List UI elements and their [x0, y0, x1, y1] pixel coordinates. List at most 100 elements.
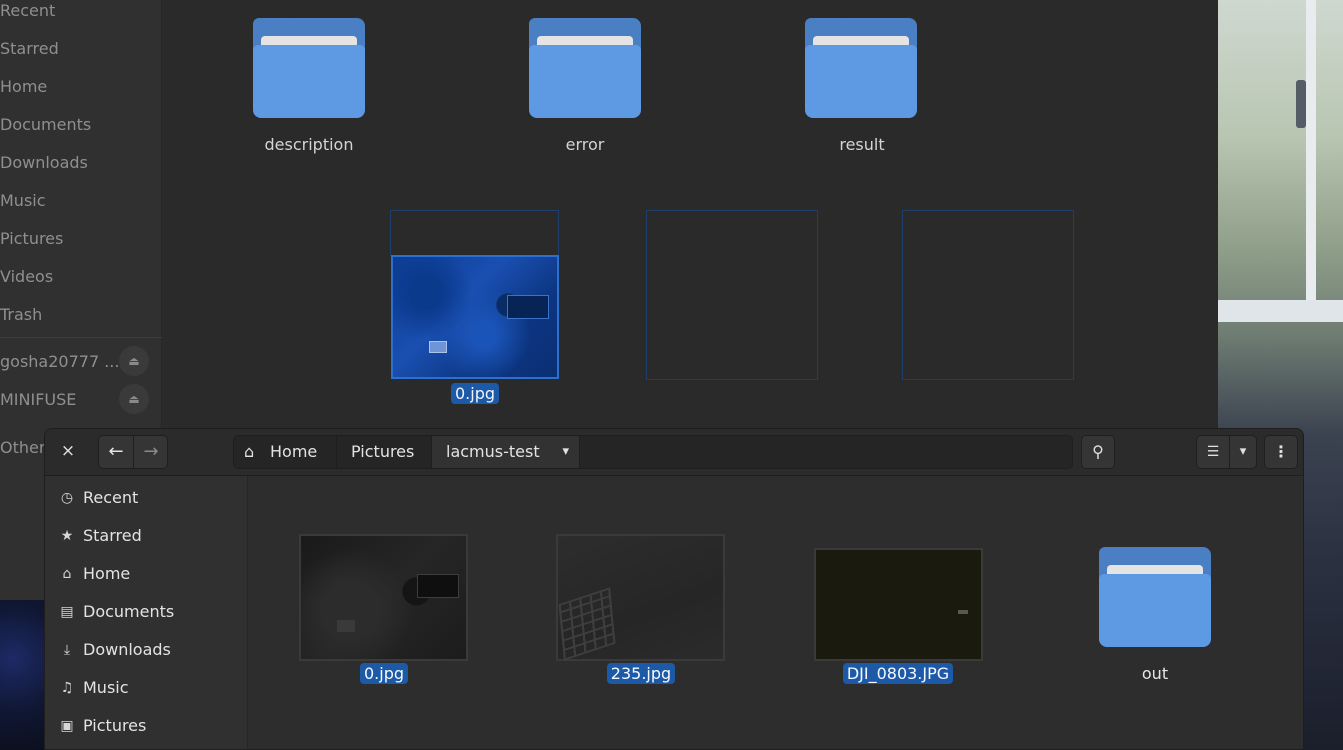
view-dropdown-button[interactable]: ▾	[1230, 436, 1256, 468]
folder-icon[interactable]	[805, 18, 917, 118]
sidebar-item-label: Music	[83, 678, 129, 697]
sidebar-item-downloads[interactable]: ⤓ Downloads	[45, 631, 248, 669]
forward-button[interactable]: →	[134, 436, 168, 468]
kebab-menu-icon: ⋮	[1273, 442, 1289, 461]
image-thumbnail-235jpg[interactable]	[556, 534, 725, 661]
path-pictures[interactable]: Pictures	[337, 436, 432, 468]
bg-sidebar-item-music[interactable]: Music	[0, 190, 162, 228]
wallpaper-window-sill	[1218, 300, 1343, 322]
thumbnail-detail	[558, 587, 616, 661]
folder-icon[interactable]	[253, 18, 365, 118]
selected-file-name: 0.jpg	[450, 383, 500, 404]
dialog-sidebar: ◷ Recent ★ Starred ⌂ Home ▤ Documents ⤓ Downl…	[45, 476, 248, 749]
search-icon: ⚲	[1092, 442, 1104, 461]
view-options: ☰ ▾	[1196, 435, 1257, 469]
bg-sidebar-item-starred[interactable]: Starred	[0, 38, 162, 76]
sidebar-item-label: Recent	[83, 488, 139, 507]
eject-icon[interactable]: ⏏	[119, 384, 149, 414]
sidebar-item-home[interactable]: ⌂ Home	[45, 555, 248, 593]
bg-sidebar-item-documents[interactable]: Documents	[0, 114, 162, 152]
path-current-folder[interactable]: lacmus-test ▾	[432, 436, 580, 468]
sidebar-item-label: Starred	[83, 526, 142, 545]
folder-label-out[interactable]: out	[1075, 664, 1235, 683]
bg-sidebar-item-downloads[interactable]: Downloads	[0, 152, 162, 190]
dialog-header-bar: × ← → ⌂ Home Pictures lacmus-test ▾ ⚲ ☰ …	[45, 429, 1303, 476]
image-thumbnail-0jpg[interactable]	[299, 534, 468, 661]
sidebar-item-label: Documents	[83, 602, 175, 621]
home-icon: ⌂	[62, 566, 72, 582]
sidebar-item-music[interactable]: ♫ Music	[45, 669, 248, 707]
path-home-label: Home	[270, 442, 318, 461]
file-label-235jpg[interactable]: 235.jpg	[561, 663, 721, 684]
folder-icon[interactable]	[1099, 547, 1211, 647]
bg-sidebar-label: Music	[0, 191, 46, 210]
search-button[interactable]: ⚲	[1081, 435, 1115, 469]
thumbnail-detail	[337, 620, 355, 632]
thumbnail-detail	[507, 295, 549, 319]
navigation-buttons: ← →	[98, 435, 168, 469]
bg-sidebar-label: Downloads	[0, 153, 88, 172]
thumbnail-detail	[429, 341, 447, 353]
drag-ghost-outline	[646, 210, 818, 380]
folder-label-error[interactable]: error	[505, 135, 665, 154]
sidebar-item-label: Downloads	[83, 640, 171, 659]
arrow-left-icon: ←	[108, 441, 124, 462]
music-icon: ♫	[60, 680, 74, 696]
clock-icon: ◷	[60, 490, 74, 506]
path-home[interactable]: ⌂ Home	[234, 436, 337, 468]
desktop: Recent Starred Home Documents Downloads …	[0, 0, 1343, 750]
sidebar-item-documents[interactable]: ▤ Documents	[45, 593, 248, 631]
star-icon: ★	[60, 528, 74, 544]
drag-ghost-outline	[390, 210, 559, 256]
bg-sidebar-label: Trash	[0, 305, 43, 324]
file-label-dji0803[interactable]: DJI_0803.JPG	[818, 663, 978, 684]
wallpaper-window-frame	[1306, 0, 1316, 320]
bg-sidebar-label: Documents	[0, 115, 92, 134]
image-icon: ▣	[60, 718, 74, 734]
bg-sidebar-label: Pictures	[0, 229, 64, 248]
folder-icon[interactable]	[529, 18, 641, 118]
home-icon: ⌂	[244, 442, 255, 461]
path-pictures-label: Pictures	[351, 442, 415, 461]
file-name: DJI_0803.JPG	[842, 663, 954, 684]
bg-device-label: MINIFUSE	[0, 390, 77, 409]
sidebar-item-label: Pictures	[83, 716, 147, 735]
bg-sidebar-item-videos[interactable]: Videos	[0, 266, 162, 304]
bg-other-label: Other	[0, 438, 46, 457]
image-thumbnail-dji0803[interactable]	[814, 548, 983, 661]
bg-sidebar-label: Starred	[0, 39, 59, 58]
bg-sidebar-item-recent[interactable]: Recent	[0, 0, 162, 38]
selected-file-label[interactable]: 0.jpg	[395, 383, 555, 404]
path-current-label: lacmus-test	[446, 442, 540, 461]
view-mode-button[interactable]: ☰	[1197, 436, 1229, 468]
bg-sidebar-item-pictures[interactable]: Pictures	[0, 228, 162, 266]
folder-label-description[interactable]: description	[229, 135, 389, 154]
close-icon: ×	[60, 441, 76, 461]
bg-sidebar-label: Recent	[0, 1, 56, 20]
chevron-down-icon: ▾	[562, 444, 569, 459]
wallpaper-corner	[0, 598, 44, 750]
back-button[interactable]: ←	[99, 436, 133, 468]
sidebar-item-recent[interactable]: ◷ Recent	[45, 479, 248, 517]
folder-label-result[interactable]: result	[782, 135, 942, 154]
close-button[interactable]: ×	[51, 435, 85, 469]
selected-image-thumbnail[interactable]	[391, 255, 559, 379]
document-icon: ▤	[60, 604, 74, 620]
list-view-icon: ☰	[1206, 444, 1220, 460]
wallpaper-window-handle	[1296, 80, 1306, 128]
sidebar-item-label: Home	[83, 564, 131, 583]
sidebar-item-pictures[interactable]: ▣ Pictures	[45, 707, 248, 745]
sidebar-item-starred[interactable]: ★ Starred	[45, 517, 248, 555]
file-name: 0.jpg	[359, 663, 409, 684]
file-label-0jpg[interactable]: 0.jpg	[304, 663, 464, 684]
bg-sidebar-label: Videos	[0, 267, 54, 286]
thumbnail-detail	[417, 574, 459, 598]
bg-device-label: gosha20777 ...	[0, 352, 120, 371]
download-icon: ⤓	[63, 642, 71, 658]
bg-sidebar-label: Home	[0, 77, 48, 96]
eject-icon[interactable]: ⏏	[119, 346, 149, 376]
menu-button[interactable]: ⋮	[1264, 435, 1298, 469]
path-bar: ⌂ Home Pictures lacmus-test ▾	[233, 435, 1073, 469]
bg-sidebar-item-home[interactable]: Home	[0, 76, 162, 114]
thumbnail-detail	[958, 610, 968, 614]
